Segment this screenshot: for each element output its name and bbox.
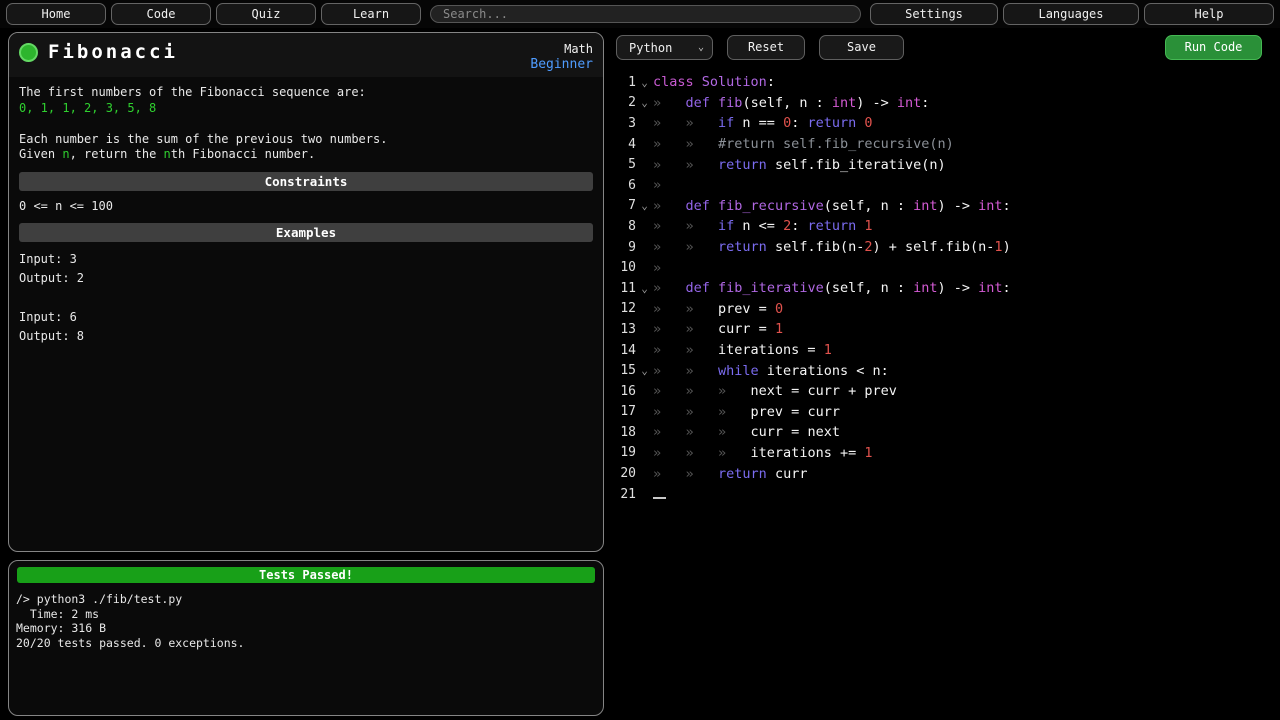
top-navbar: Home Code Quiz Learn Settings Languages …: [0, 0, 1280, 28]
editor-column: Python ⌄ Reset Save Run Code 1⌄class Sol…: [612, 32, 1274, 716]
code-line[interactable]: 7⌄» def fib_recursive(self, n : int) -> …: [614, 196, 1274, 217]
line-number: 20: [614, 466, 636, 481]
main-content: Fibonacci Math Beginner The first number…: [0, 28, 1280, 716]
description-lines: The first numbers of the Fibonacci seque…: [19, 85, 593, 163]
line-number: 9: [614, 240, 636, 255]
line-number: 12: [614, 301, 636, 316]
code-line[interactable]: 9» » return self.fib(n-2) + self.fib(n-1…: [614, 237, 1274, 258]
code-line[interactable]: 15⌄» » while iterations < n:: [614, 360, 1274, 381]
line-number: 18: [614, 425, 636, 440]
example-line: Input: 6: [19, 308, 593, 327]
nav-tab-help[interactable]: Help: [1144, 3, 1274, 25]
code-line[interactable]: 3» » if n == 0: return 0: [614, 113, 1274, 134]
reset-button[interactable]: Reset: [727, 35, 805, 60]
nav-tab-learn[interactable]: Learn: [321, 3, 421, 25]
line-number: 13: [614, 322, 636, 337]
language-select[interactable]: Python ⌄: [616, 35, 713, 60]
problem-difficulty: Beginner: [530, 57, 593, 73]
code-line[interactable]: 10»: [614, 257, 1274, 278]
line-number: 2: [614, 95, 636, 110]
code-line[interactable]: 1⌄class Solution:: [614, 72, 1274, 93]
line-number: 19: [614, 445, 636, 460]
code-line[interactable]: 12» » prev = 0: [614, 299, 1274, 320]
code-line[interactable]: 16» » » next = curr + prev: [614, 381, 1274, 402]
example-line: Output: 8: [19, 327, 593, 346]
line-number: 11: [614, 281, 636, 296]
search-input[interactable]: [430, 5, 861, 23]
test-output-line: 20/20 tests passed. 0 exceptions.: [16, 636, 596, 651]
run-code-button[interactable]: Run Code: [1165, 35, 1262, 60]
line-number: 8: [614, 219, 636, 234]
fold-chevron-icon[interactable]: ⌄: [636, 282, 653, 295]
line-number: 5: [614, 157, 636, 172]
fold-chevron-icon[interactable]: ⌄: [636, 199, 653, 212]
line-number: 10: [614, 260, 636, 275]
code-line[interactable]: 5» » return self.fib_iterative(n): [614, 154, 1274, 175]
test-output-line: Memory: 316 B: [16, 621, 596, 636]
description-line: The first numbers of the Fibonacci seque…: [19, 85, 593, 101]
left-column: Fibonacci Math Beginner The first number…: [8, 32, 604, 716]
tests-status-banner: Tests Passed!: [17, 567, 595, 583]
code-line[interactable]: 20» » return curr: [614, 463, 1274, 484]
code-line[interactable]: 2⌄» def fib(self, n : int) -> int:: [614, 93, 1274, 114]
nav-tab-languages[interactable]: Languages: [1003, 3, 1139, 25]
examples-header: Examples: [19, 223, 593, 242]
nav-tab-home[interactable]: Home: [6, 3, 106, 25]
nav-tab-code[interactable]: Code: [111, 3, 211, 25]
code-line[interactable]: 8» » if n <= 2: return 1: [614, 216, 1274, 237]
code-editor[interactable]: 1⌄class Solution:2⌄» def fib(self, n : i…: [614, 72, 1274, 504]
tests-output: /> python3 ./fib/test.py Time: 2 msMemor…: [16, 592, 596, 650]
problem-title-row: Fibonacci: [19, 41, 178, 63]
test-output-line: Time: 2 ms: [16, 607, 596, 622]
line-number: 4: [614, 137, 636, 152]
problem-category: Math: [530, 41, 593, 57]
nav-tab-quiz[interactable]: Quiz: [216, 3, 316, 25]
text-cursor: [653, 485, 666, 499]
line-number: 3: [614, 116, 636, 131]
code-line[interactable]: 6»: [614, 175, 1274, 196]
fold-chevron-icon[interactable]: ⌄: [636, 76, 653, 89]
code-line[interactable]: 4» » #return self.fib_recursive(n): [614, 134, 1274, 155]
problem-body: The first numbers of the Fibonacci seque…: [9, 77, 603, 355]
code-line[interactable]: 18» » » curr = next: [614, 422, 1274, 443]
test-output-line: /> python3 ./fib/test.py: [16, 592, 596, 607]
constraints-header: Constraints: [19, 172, 593, 191]
code-line[interactable]: 21: [614, 484, 1274, 505]
code-line[interactable]: 17» » » prev = curr: [614, 402, 1274, 423]
chevron-down-icon: ⌄: [698, 37, 704, 59]
problem-header: Fibonacci Math Beginner: [9, 33, 603, 77]
fold-chevron-icon[interactable]: ⌄: [636, 96, 653, 109]
problem-status-icon: [19, 43, 38, 62]
nav-tab-settings[interactable]: Settings: [870, 3, 998, 25]
code-line[interactable]: 13» » curr = 1: [614, 319, 1274, 340]
description-line: Given n, return the nth Fibonacci number…: [19, 147, 593, 163]
fold-chevron-icon[interactable]: ⌄: [636, 364, 653, 377]
code-line[interactable]: 14» » iterations = 1: [614, 340, 1274, 361]
line-number: 14: [614, 343, 636, 358]
example-line: Input: 3: [19, 250, 593, 269]
line-number: 7: [614, 198, 636, 213]
tests-panel: Tests Passed! /> python3 ./fib/test.py T…: [8, 560, 604, 716]
line-number: 21: [614, 487, 636, 502]
line-number: 17: [614, 404, 636, 419]
problem-meta: Math Beginner: [530, 41, 593, 73]
code-line[interactable]: 19» » » iterations += 1: [614, 443, 1274, 464]
description-line: 0, 1, 1, 2, 3, 5, 8: [19, 101, 593, 117]
constraints-text: 0 <= n <= 100: [19, 199, 593, 214]
line-number: 15: [614, 363, 636, 378]
code-line[interactable]: 11⌄» def fib_iterative(self, n : int) ->…: [614, 278, 1274, 299]
example-line: [19, 288, 593, 307]
problem-title: Fibonacci: [48, 41, 178, 63]
problem-panel: Fibonacci Math Beginner The first number…: [8, 32, 604, 552]
line-number: 6: [614, 178, 636, 193]
description-line: [19, 116, 593, 132]
example-line: Output: 2: [19, 269, 593, 288]
example-lines: Input: 3Output: 2 Input: 6Output: 8: [19, 250, 593, 347]
save-button[interactable]: Save: [819, 35, 904, 60]
language-select-value: Python: [629, 37, 672, 59]
line-number: 16: [614, 384, 636, 399]
line-number: 1: [614, 75, 636, 90]
editor-toolbar: Python ⌄ Reset Save Run Code: [616, 35, 1262, 60]
description-line: Each number is the sum of the previous t…: [19, 132, 593, 148]
